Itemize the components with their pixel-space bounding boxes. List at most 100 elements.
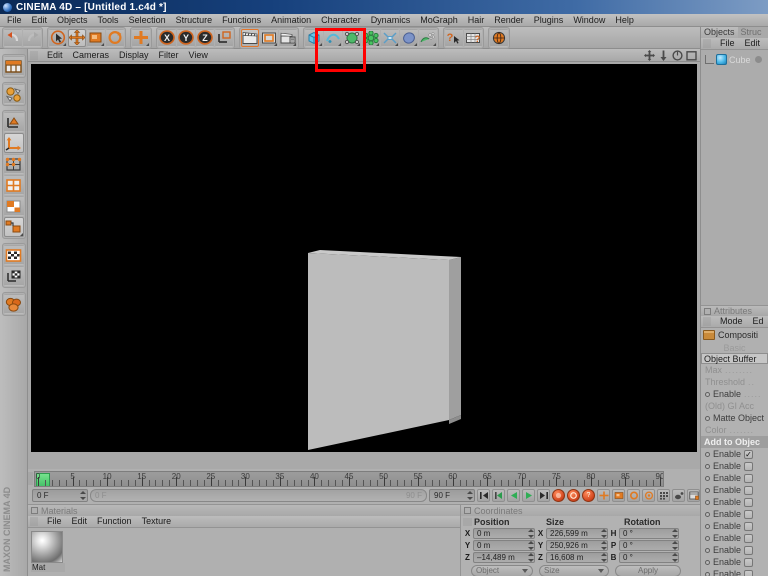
- pos-y-field[interactable]: 0 m: [473, 539, 535, 551]
- world-object-coords-button[interactable]: [215, 28, 233, 47]
- attr-field-old-gi[interactable]: (Old) GI Acc: [701, 400, 768, 412]
- model-mode-button[interactable]: [3, 112, 24, 132]
- buffer-enable-checkbox[interactable]: [744, 545, 754, 555]
- object-buffer-row[interactable]: Enable: [701, 532, 768, 544]
- autokey-button[interactable]: [567, 489, 580, 502]
- coordinate-mode-dropdown[interactable]: Object: [471, 564, 533, 576]
- buffer-enable-checkbox[interactable]: [744, 509, 754, 519]
- menu-file[interactable]: File: [2, 14, 27, 27]
- help-table-button[interactable]: ?: [464, 28, 482, 47]
- current-frame-value[interactable]: 0 F: [37, 491, 49, 500]
- menu-mograph[interactable]: MoGraph: [415, 14, 463, 27]
- object-buffer-row[interactable]: Enable: [701, 496, 768, 508]
- add-spline-button[interactable]: [324, 28, 342, 47]
- maximize-icon[interactable]: [686, 50, 697, 61]
- material-item[interactable]: Mat: [31, 531, 65, 572]
- buffer-enable-checkbox[interactable]: [744, 533, 754, 543]
- materials-menu-file[interactable]: File: [42, 515, 67, 528]
- menu-character[interactable]: Character: [316, 14, 366, 27]
- rot-p-field[interactable]: 0 °: [619, 539, 679, 551]
- attr-field-max[interactable]: Max ........: [701, 364, 768, 376]
- object-buffer-row[interactable]: Enable: [701, 460, 768, 472]
- scale-button[interactable]: [87, 28, 105, 47]
- radio-icon[interactable]: [705, 535, 710, 541]
- size-z-spinner[interactable]: [601, 552, 607, 562]
- cube-slab-object[interactable]: [283, 238, 483, 452]
- attributes-tab-object-buffer[interactable]: Object Buffer: [701, 353, 768, 364]
- add-cross-button[interactable]: [132, 28, 150, 47]
- attributes-tab-basic[interactable]: Basic: [701, 342, 768, 353]
- radio-icon[interactable]: [705, 451, 710, 457]
- menu-hair[interactable]: Hair: [463, 14, 490, 27]
- scene-object-button[interactable]: [400, 28, 418, 47]
- buffer-enable-checkbox[interactable]: [744, 485, 754, 495]
- goto-end-button[interactable]: [537, 489, 550, 502]
- pos-y-spinner[interactable]: [528, 540, 534, 550]
- radio-icon[interactable]: [705, 559, 710, 565]
- play-back-button[interactable]: [507, 489, 520, 502]
- keyframe-selection-button[interactable]: ?: [582, 489, 595, 502]
- size-x-spinner[interactable]: [601, 528, 607, 538]
- step-forward-button[interactable]: [522, 489, 535, 502]
- menu-objects[interactable]: Objects: [52, 14, 93, 27]
- redo-button[interactable]: [23, 28, 41, 47]
- texture-axis-button[interactable]: [3, 266, 24, 286]
- drag-grip-icon[interactable]: [703, 317, 711, 326]
- menu-functions[interactable]: Functions: [217, 14, 266, 27]
- timeline-window-button[interactable]: [687, 489, 700, 502]
- object-menu-edit[interactable]: Edit: [740, 37, 766, 50]
- rot-h-spinner[interactable]: [672, 528, 678, 538]
- rot-b-spinner[interactable]: [672, 552, 678, 562]
- frame-spinner[interactable]: [80, 491, 86, 500]
- object-buffer-row[interactable]: Enable: [701, 520, 768, 532]
- online-help-button[interactable]: [490, 28, 508, 47]
- rot-h-field[interactable]: 0 °: [619, 527, 679, 539]
- pos-z-field[interactable]: –14,489 m: [473, 551, 535, 563]
- apply-button[interactable]: Apply: [615, 564, 681, 576]
- key-position-button[interactable]: [597, 489, 610, 502]
- attr-field-threshold[interactable]: Threshold ..: [701, 376, 768, 388]
- render-preview-button[interactable]: [3, 84, 24, 104]
- key-scale-button[interactable]: [612, 489, 625, 502]
- radio-icon[interactable]: [705, 487, 710, 493]
- goto-start-button[interactable]: [477, 489, 490, 502]
- size-z-field[interactable]: 16,608 m: [546, 551, 608, 563]
- rot-b-field[interactable]: 0 °: [619, 551, 679, 563]
- drag-grip-icon[interactable]: [30, 50, 38, 60]
- timeline-range-bar[interactable]: 0 F 90 F: [90, 489, 427, 502]
- object-buffer-row[interactable]: Enable: [701, 484, 768, 496]
- timeline-ruler[interactable]: 0 5 10 15 20 25 30 35 40 45 50 55 60 65 70 75 80 85 90: [34, 471, 664, 487]
- viewport-menu-display[interactable]: Display: [114, 49, 154, 62]
- object-axis-button[interactable]: [3, 133, 24, 153]
- object-buffer-row[interactable]: Enable: [701, 568, 768, 576]
- buffer-enable-checkbox[interactable]: [744, 521, 754, 531]
- drag-grip-icon[interactable]: [703, 39, 711, 48]
- menu-window[interactable]: Window: [568, 14, 610, 27]
- live-selection-button[interactable]: [49, 28, 67, 47]
- size-x-field[interactable]: 226,599 m: [546, 527, 608, 539]
- key-rotation-button[interactable]: [627, 489, 640, 502]
- radio-icon[interactable]: [705, 571, 710, 576]
- attr-field-matte-object[interactable]: Matte Object: [701, 412, 768, 424]
- viewport-3d-canvas[interactable]: [31, 64, 697, 452]
- menu-dynamics[interactable]: Dynamics: [366, 14, 416, 27]
- rotate-button[interactable]: [106, 28, 124, 47]
- nurbs-button[interactable]: [343, 28, 361, 47]
- rotate-icon[interactable]: [672, 50, 683, 61]
- menu-plugins[interactable]: Plugins: [529, 14, 569, 27]
- object-buffer-row[interactable]: Enable ✓: [701, 448, 768, 460]
- render-region-button[interactable]: [260, 28, 278, 47]
- deform-enable-button[interactable]: [3, 294, 24, 314]
- add-cube-button[interactable]: [305, 28, 323, 47]
- record-keyframe-button[interactable]: [552, 489, 565, 502]
- object-tree[interactable]: Cube: [701, 50, 768, 305]
- pos-x-spinner[interactable]: [528, 528, 534, 538]
- timeline-grip-icon[interactable]: [28, 472, 33, 485]
- panel-collapse-icon[interactable]: [464, 507, 471, 514]
- buffer-enable-checkbox[interactable]: ✓: [744, 449, 754, 459]
- materials-menu-edit[interactable]: Edit: [67, 515, 93, 528]
- pan-icon[interactable]: [644, 50, 655, 61]
- object-buffer-row[interactable]: Enable: [701, 472, 768, 484]
- attributes-menu-mode[interactable]: Mode: [715, 315, 748, 328]
- points-mode-button[interactable]: [3, 154, 24, 174]
